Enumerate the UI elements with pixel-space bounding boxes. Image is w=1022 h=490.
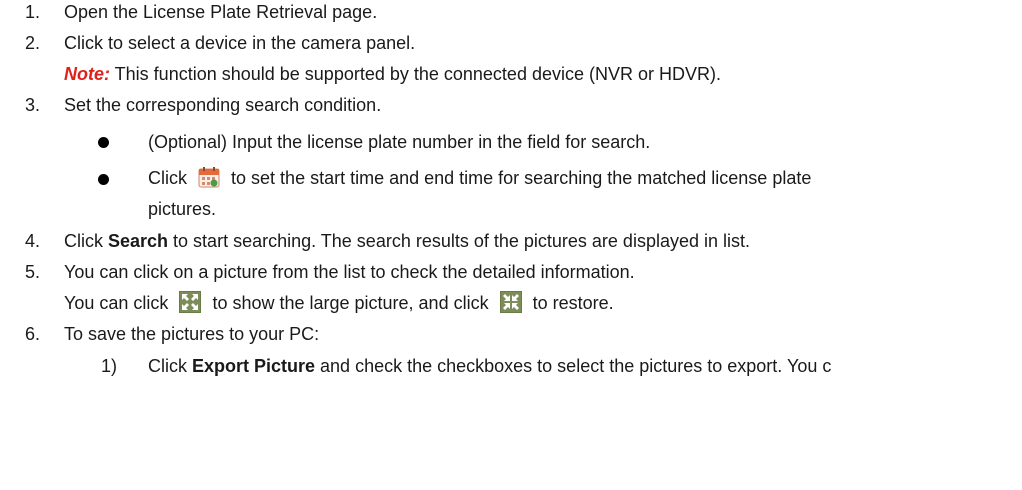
step-number: 3. [25,95,41,115]
bullet-text-before: Click [148,168,187,188]
bullet-continuation: pictures. [148,197,216,221]
step-text-click: Click [64,231,108,251]
calendar-icon [198,166,220,188]
substep-text-rest: and check the checkboxes to select the p… [315,356,832,376]
bullet-text: (Optional) Input the license plate numbe… [148,132,651,152]
text-segment: to restore. [532,293,614,313]
step-number: 4. [25,231,41,251]
substep-text-click: Click [148,356,192,376]
substep-number: 1) [101,356,118,376]
step-text: Open the License Plate Retrieval page. [64,2,378,22]
step-number: 2. [25,33,41,53]
step-text: To save the pictures to your PC: [64,324,320,344]
step-number: 5. [25,262,41,282]
search-term: Search [108,231,169,251]
step-text-rest: to start searching. The search results o… [168,231,750,251]
step-text: Click Search to start searching. The sea… [64,229,750,253]
note-text: This function should be supported by the… [110,64,721,84]
note: Note: This function should be supported … [64,62,721,86]
text-segment: to show the large picture, and click [212,293,489,313]
bullet-continuation-text: pictures. [148,199,217,219]
bullet-icon [98,174,109,185]
restore-icon [499,291,522,314]
step-number: 1. [25,2,41,22]
step-text: You can click on a picture from the list… [64,262,635,282]
step-number: 6. [25,324,41,344]
fullscreen-icon [179,291,202,314]
substep-text: Click Export Picture and check the check… [148,354,831,378]
note-label: Note: [64,64,110,84]
step-text: Click to select a device in the camera p… [64,33,416,53]
step-text: Set the corresponding search condition. [64,95,382,115]
bullet-text-after: to set the start time and end time for s… [231,168,812,188]
bullet-item: (Optional) Input the license plate numbe… [148,130,650,154]
bullet-item: Click to set the start time and end time… [148,166,811,190]
text-segment: You can click [64,293,169,313]
bullet-icon [98,137,109,148]
export-picture-term: Export Picture [192,356,316,376]
step-5-line-2: You can click to show the large picture,… [64,291,614,315]
